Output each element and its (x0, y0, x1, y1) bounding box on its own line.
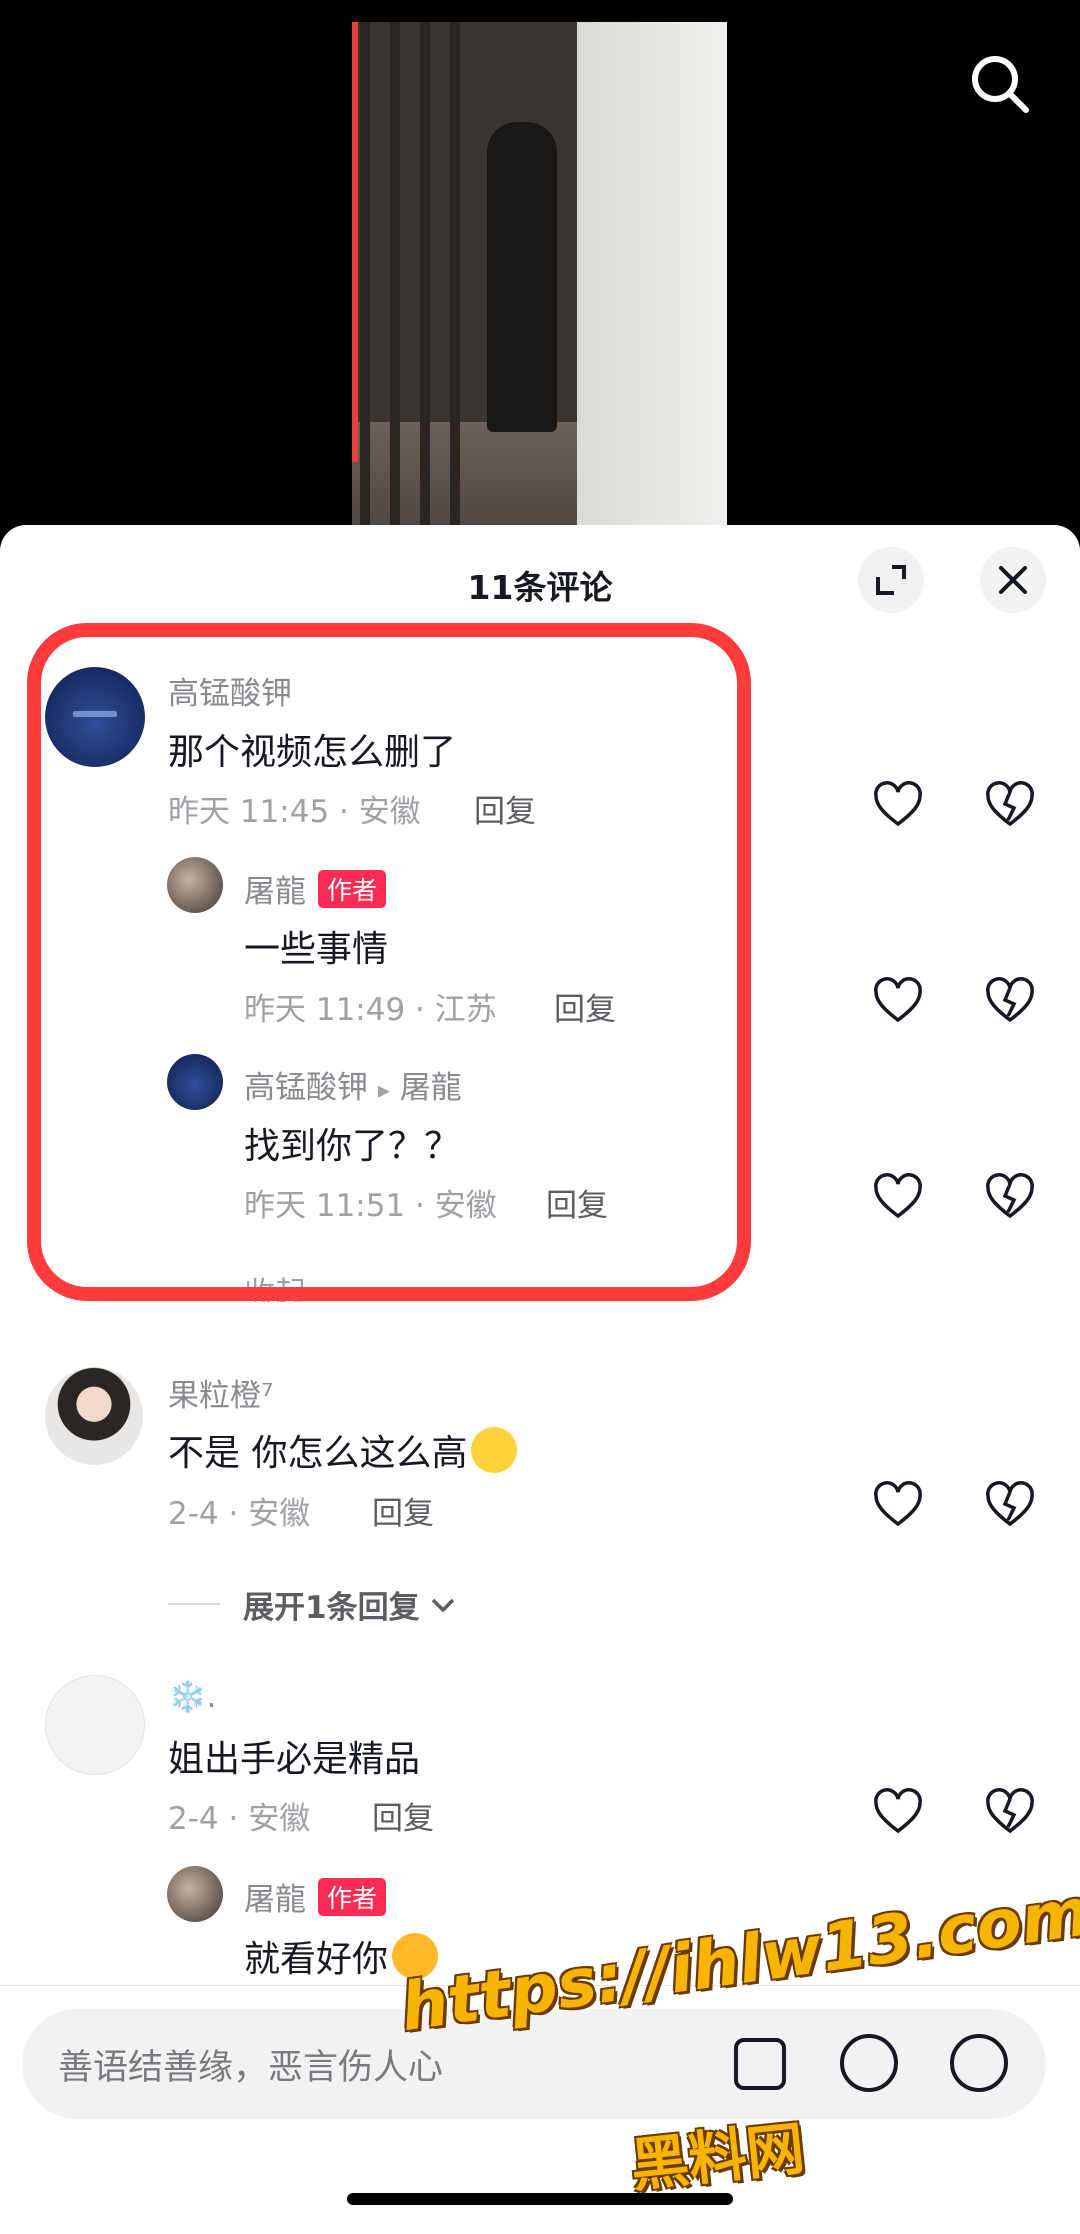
comment-input-placeholder: 善语结善缘，恶言伤人心 (58, 2048, 444, 2088)
chevron-down-icon (432, 1598, 455, 1613)
dislike-icon[interactable] (984, 1787, 1036, 1839)
dislike-icon[interactable] (984, 1172, 1036, 1224)
close-icon (999, 566, 1027, 594)
emoji-picker-icon[interactable] (950, 2034, 1008, 2092)
divider (168, 1603, 220, 1605)
highlight-annotation (27, 623, 751, 1301)
like-icon[interactable] (872, 976, 924, 1028)
video-frame (352, 22, 727, 542)
reply-author[interactable]: 屠龍 作者 (244, 1874, 387, 1919)
comment-meta: 2-4 · 安徽 (168, 1496, 311, 1532)
at-icon[interactable] (840, 2034, 898, 2092)
like-icon[interactable] (872, 1172, 924, 1224)
expand-sheet-button[interactable] (858, 547, 924, 613)
comment-author[interactable]: ❄️. (168, 1678, 216, 1715)
dislike-icon[interactable] (984, 780, 1036, 832)
like-icon[interactable] (872, 1787, 924, 1839)
comment-meta: 2-4 · 安徽 (168, 1801, 311, 1837)
home-indicator (347, 2193, 733, 2205)
comment-text: 姐出手必是精品 (168, 1739, 421, 1780)
avatar[interactable] (167, 1866, 223, 1922)
reply-button[interactable]: 回复 (372, 1793, 434, 1838)
emoji-icon (471, 1427, 518, 1473)
like-icon[interactable] (872, 780, 924, 832)
video-player[interactable] (0, 0, 1080, 542)
reply-button[interactable]: 回复 (372, 1488, 434, 1533)
avatar[interactable] (45, 1367, 143, 1465)
like-icon[interactable] (872, 1480, 924, 1532)
expand-icon (876, 565, 906, 595)
close-button[interactable] (980, 547, 1046, 613)
dislike-icon[interactable] (984, 976, 1036, 1028)
comment-text: 不是 你怎么这么高 (168, 1424, 518, 1476)
expand-replies-button[interactable]: 展开1条回复 (243, 1582, 456, 1627)
comment-author[interactable]: 果粒橙⁷ (168, 1370, 273, 1415)
avatar[interactable] (45, 1675, 145, 1775)
dislike-icon[interactable] (984, 1480, 1036, 1532)
image-icon[interactable] (734, 2038, 786, 2090)
sheet-header: 11条评论 (0, 525, 1080, 635)
search-icon[interactable] (968, 52, 1032, 116)
author-badge: 作者 (318, 1878, 387, 1916)
